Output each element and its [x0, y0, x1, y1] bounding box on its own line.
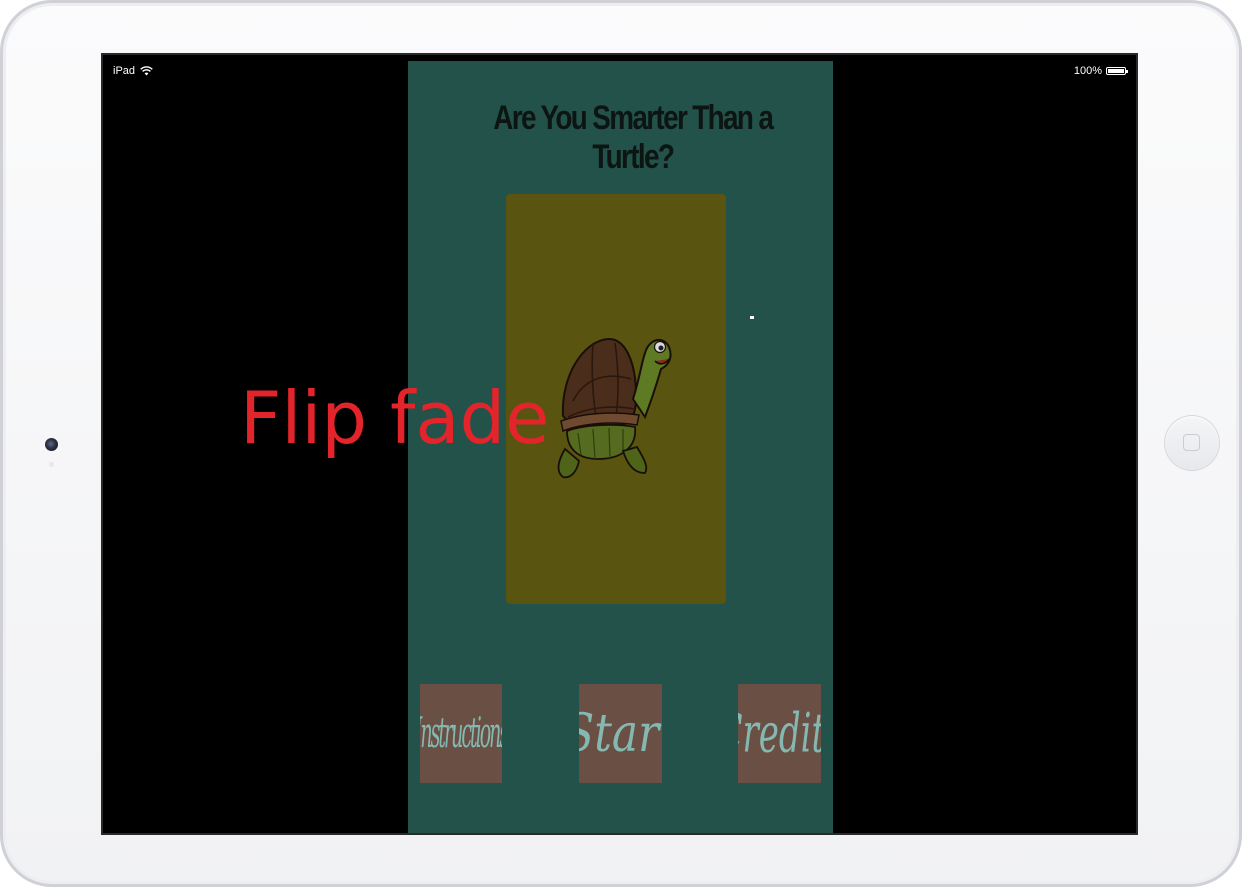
credits-button-label: Credits [738, 701, 821, 766]
app-title: Are You Smarter Than a Turtle? [493, 99, 774, 176]
status-right: 100% [1073, 65, 1128, 77]
battery-fill [1108, 69, 1124, 73]
credits-button[interactable]: Credits [738, 684, 821, 783]
home-button[interactable] [1164, 415, 1220, 471]
white-speck [750, 316, 754, 319]
turtle-icon [557, 337, 672, 479]
ipad-device-frame: iPad 10:08 100% Are You Smarter Than a T… [0, 0, 1242, 887]
start-button[interactable]: Start [579, 684, 662, 783]
battery-icon [1106, 67, 1128, 75]
instructions-button[interactable]: Instructions [420, 684, 502, 783]
front-camera [45, 438, 58, 451]
transition-label: Flip fade [240, 376, 550, 460]
instructions-button-label: Instructions [420, 709, 502, 758]
start-button-label: Start [579, 702, 662, 765]
light-sensor [49, 462, 54, 467]
device-screen: iPad 10:08 100% Are You Smarter Than a T… [103, 55, 1136, 833]
battery-percent: 100% [1073, 65, 1102, 77]
